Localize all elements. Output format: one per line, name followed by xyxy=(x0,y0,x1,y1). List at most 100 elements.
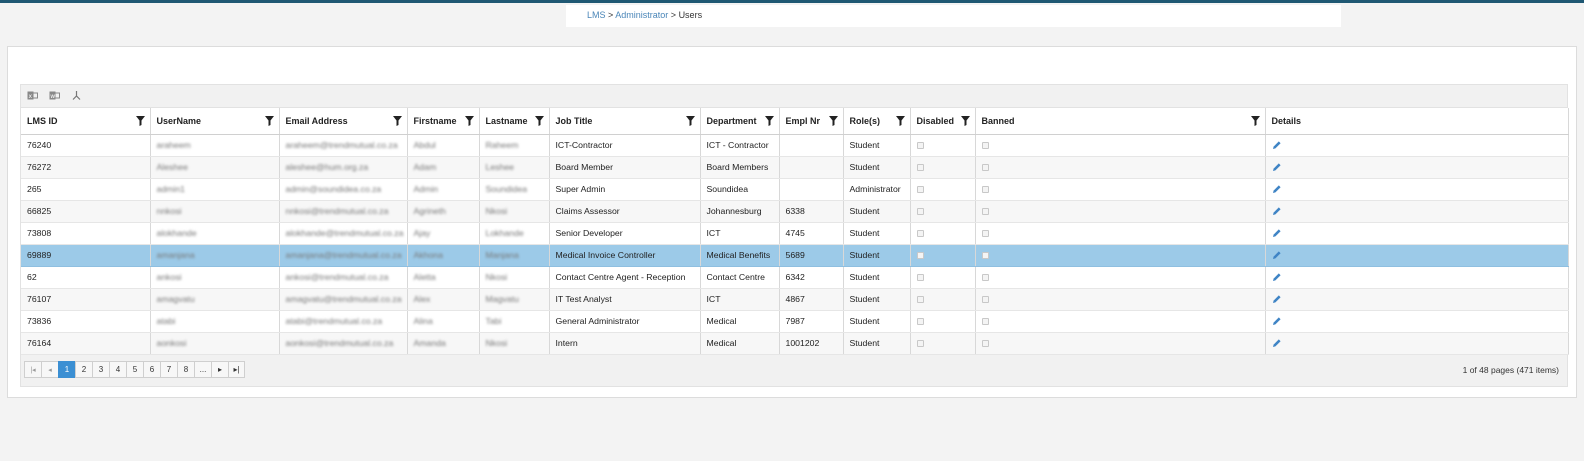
disabled-checkbox[interactable] xyxy=(916,164,924,172)
pager-prev-button[interactable]: ◂ xyxy=(41,361,58,378)
table-row[interactable]: 73836 atabi atabi@trendmutual.co.za Alina Ta… xyxy=(21,310,1569,333)
table-row[interactable]: 73808 alokhande alokhande@trendmutual.co.z… xyxy=(21,222,1569,245)
banned-checkbox[interactable] xyxy=(981,252,989,260)
cell-banned xyxy=(975,156,1266,179)
filter-icon[interactable] xyxy=(764,116,774,126)
table-row[interactable]: 66825 nnkosi nnkosi@trendmutual.co.za Agrin… xyxy=(21,200,1569,223)
column-header-department[interactable]: Department xyxy=(700,108,780,135)
pager-next-button[interactable]: ▸ xyxy=(211,361,228,378)
pager-page-3[interactable]: 3 xyxy=(92,361,109,378)
column-header-empl-nr[interactable]: Empl Nr xyxy=(779,108,844,135)
edit-pencil-icon[interactable] xyxy=(1272,228,1282,238)
banned-checkbox[interactable] xyxy=(981,164,989,172)
disabled-checkbox[interactable] xyxy=(916,318,924,326)
edit-pencil-icon[interactable] xyxy=(1272,272,1282,282)
filter-icon[interactable] xyxy=(264,116,274,126)
filter-icon[interactable] xyxy=(895,116,905,126)
pager-page-4[interactable]: 4 xyxy=(109,361,126,378)
pager-page-5[interactable]: 5 xyxy=(126,361,143,378)
disabled-checkbox[interactable] xyxy=(916,186,924,194)
edit-pencil-icon[interactable] xyxy=(1272,294,1282,304)
edit-pencil-icon[interactable] xyxy=(1272,162,1282,172)
cell-id: 76107 xyxy=(21,288,151,311)
excel-export-icon[interactable]: x xyxy=(27,90,38,101)
banned-checkbox[interactable] xyxy=(981,318,989,326)
cell-text: Ajay xyxy=(413,228,431,238)
cell-job: IT Test Analyst xyxy=(549,288,701,311)
word-export-icon[interactable]: w xyxy=(49,90,60,101)
pager-first-button[interactable]: |◂ xyxy=(24,361,41,378)
table-row[interactable]: 76272 Aleshee aleshee@hum.org.za Adam Leshee… xyxy=(21,156,1569,179)
table-row[interactable]: 76107 amagvatu amagvatu@trendmutual.co.za A… xyxy=(21,288,1569,311)
column-header-job-title[interactable]: Job Title xyxy=(549,108,701,135)
disabled-checkbox[interactable] xyxy=(916,274,924,282)
edit-pencil-icon[interactable] xyxy=(1272,206,1282,216)
table-row[interactable]: 62 ankosi ankosi@trendmutual.co.za Aletta Nk… xyxy=(21,266,1569,289)
cell-role: Student xyxy=(843,332,911,355)
filter-icon[interactable] xyxy=(392,116,402,126)
column-header-label: Lastname xyxy=(485,115,528,126)
column-header-username[interactable]: UserName xyxy=(150,108,280,135)
column-header-lms-id[interactable]: LMS ID xyxy=(21,108,151,135)
cell-text: ICT-Contractor xyxy=(555,140,613,150)
disabled-checkbox[interactable] xyxy=(916,296,924,304)
cell-text: 76272 xyxy=(27,162,52,172)
pager-page-6[interactable]: 6 xyxy=(143,361,160,378)
banned-checkbox[interactable] xyxy=(981,296,989,304)
pager-last-button[interactable]: ▸| xyxy=(228,361,245,378)
disabled-checkbox[interactable] xyxy=(916,230,924,238)
disabled-checkbox[interactable] xyxy=(916,252,924,260)
cell-text: Student xyxy=(849,206,880,216)
banned-checkbox[interactable] xyxy=(981,208,989,216)
cell-role: Student xyxy=(843,244,911,267)
edit-pencil-icon[interactable] xyxy=(1272,250,1282,260)
breadcrumb-administrator[interactable]: Administrator xyxy=(615,10,668,20)
column-header-email-address[interactable]: Email Address xyxy=(279,108,408,135)
disabled-checkbox[interactable] xyxy=(916,208,924,216)
filter-icon[interactable] xyxy=(828,116,838,126)
column-header-disabled[interactable]: Disabled xyxy=(910,108,976,135)
cell-empl: 4867 xyxy=(779,288,844,311)
pager-page-2[interactable]: 2 xyxy=(75,361,92,378)
edit-pencil-icon[interactable] xyxy=(1272,316,1282,326)
breadcrumb-lms[interactable]: LMS xyxy=(587,10,606,20)
pager-page-1[interactable]: 1 xyxy=(58,361,75,378)
filter-icon[interactable] xyxy=(1250,116,1260,126)
column-header-firstname[interactable]: Firstname xyxy=(407,108,480,135)
banned-checkbox[interactable] xyxy=(981,230,989,238)
table-row[interactable]: 265 admin1 admin@soundidea.co.za Admin Sound… xyxy=(21,178,1569,201)
pdf-export-icon[interactable] xyxy=(71,90,82,101)
edit-pencil-icon[interactable] xyxy=(1272,140,1282,150)
cell-text: Student xyxy=(849,338,880,348)
filter-icon[interactable] xyxy=(960,116,970,126)
pager-page-more[interactable]: ... xyxy=(194,361,211,378)
cell-text: amanjana xyxy=(156,250,195,260)
banned-checkbox[interactable] xyxy=(981,186,989,194)
filter-icon[interactable] xyxy=(135,116,145,126)
banned-checkbox[interactable] xyxy=(981,274,989,282)
table-row[interactable]: 69889 amanjana amanjana@trendmutual.co.za A… xyxy=(21,244,1569,267)
banned-checkbox[interactable] xyxy=(981,340,989,348)
filter-icon[interactable] xyxy=(464,116,474,126)
disabled-checkbox[interactable] xyxy=(916,340,924,348)
table-row[interactable]: 76164 aonkosi aonkosi@trendmutual.co.za Ama… xyxy=(21,332,1569,355)
filter-icon[interactable] xyxy=(685,116,695,126)
cell-text: 1001202 xyxy=(785,338,820,348)
cell-email: atabi@trendmutual.co.za xyxy=(279,310,408,333)
disabled-checkbox[interactable] xyxy=(916,142,924,150)
cell-role: Student xyxy=(843,134,911,157)
column-header-details[interactable]: Details xyxy=(1265,108,1569,135)
pager-page-7[interactable]: 7 xyxy=(160,361,177,378)
column-header-roles[interactable]: Role(s) xyxy=(843,108,911,135)
cell-text: 76240 xyxy=(27,140,52,150)
cell-dept: Medical xyxy=(700,332,780,355)
pager-page-8[interactable]: 8 xyxy=(177,361,194,378)
column-header-lastname[interactable]: Lastname xyxy=(479,108,550,135)
edit-pencil-icon[interactable] xyxy=(1272,184,1282,194)
table-row[interactable]: 76240 araheem araheem@trendmutual.co.za Abd… xyxy=(21,134,1569,157)
edit-pencil-icon[interactable] xyxy=(1272,338,1282,348)
filter-icon[interactable] xyxy=(534,116,544,126)
banned-checkbox[interactable] xyxy=(981,142,989,150)
column-header-banned[interactable]: Banned xyxy=(975,108,1266,135)
cell-last: Raheem xyxy=(479,134,550,157)
